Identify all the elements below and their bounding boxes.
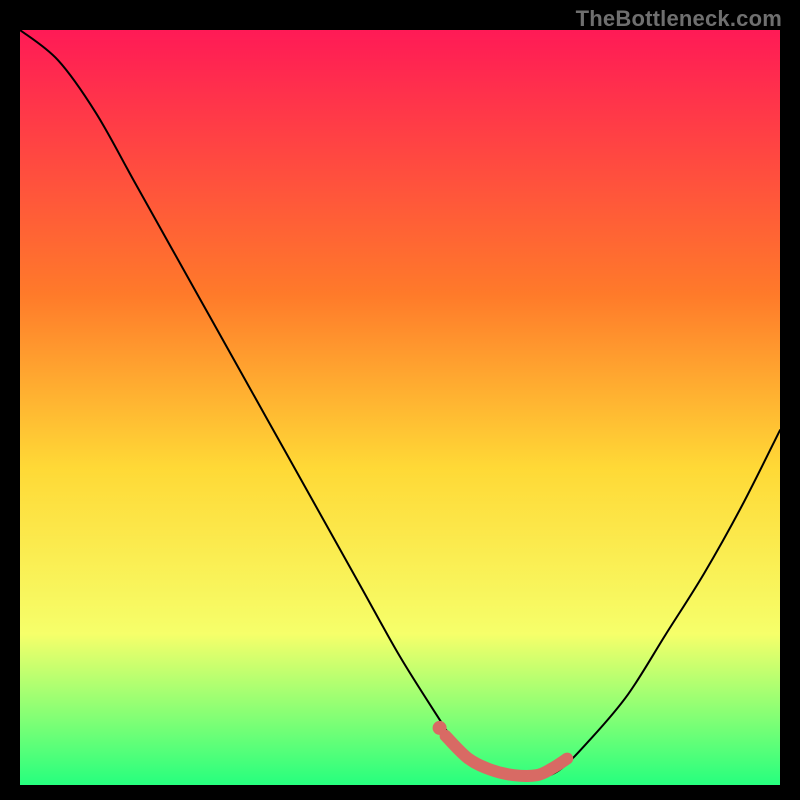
chart-svg bbox=[20, 30, 780, 785]
optimal-range-start-dot bbox=[433, 721, 447, 735]
chart-frame: TheBottleneck.com bbox=[0, 0, 800, 800]
plot-area bbox=[20, 30, 780, 785]
gradient-background bbox=[20, 30, 780, 785]
watermark-text: TheBottleneck.com bbox=[576, 6, 782, 32]
